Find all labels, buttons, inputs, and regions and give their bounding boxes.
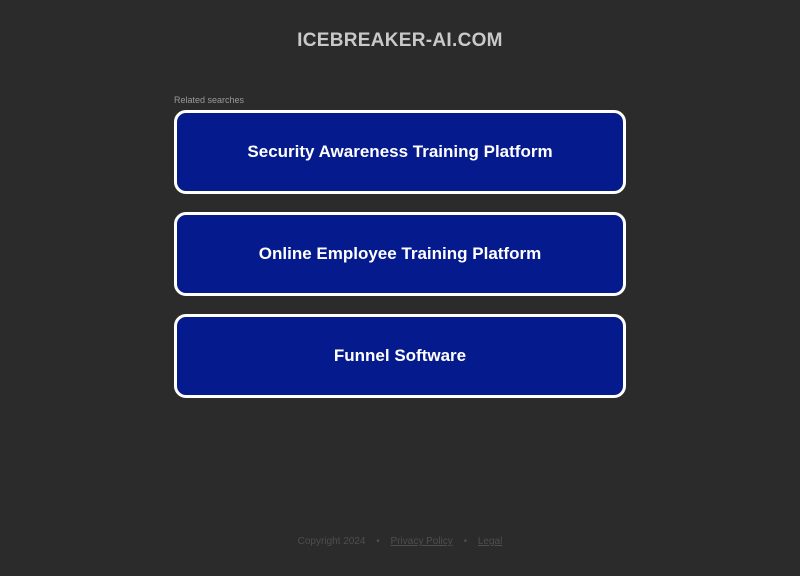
legal-link[interactable]: Legal [478, 536, 502, 547]
footer-separator: • [376, 536, 380, 547]
related-searches-label: Related searches [174, 95, 245, 105]
footer-separator: • [463, 536, 468, 547]
parked-domain-page: ICEBREAKER-AI.COM Related searches Secur… [0, 0, 800, 576]
related-searches-list: Security Awareness Training Platform Onl… [174, 110, 626, 416]
domain-title: ICEBREAKER-AI.COM [297, 30, 503, 51]
privacy-policy-link[interactable]: Privacy Policy [391, 536, 453, 547]
copyright-text: Copyright 2024 [297, 536, 366, 547]
related-search-security-awareness-button[interactable]: Security Awareness Training Platform [174, 110, 626, 194]
footer: Copyright 2024 • Privacy Policy • Legal [0, 536, 800, 547]
related-search-online-employee-training-button[interactable]: Online Employee Training Platform [174, 212, 626, 296]
related-search-funnel-software-button[interactable]: Funnel Software [174, 314, 626, 398]
